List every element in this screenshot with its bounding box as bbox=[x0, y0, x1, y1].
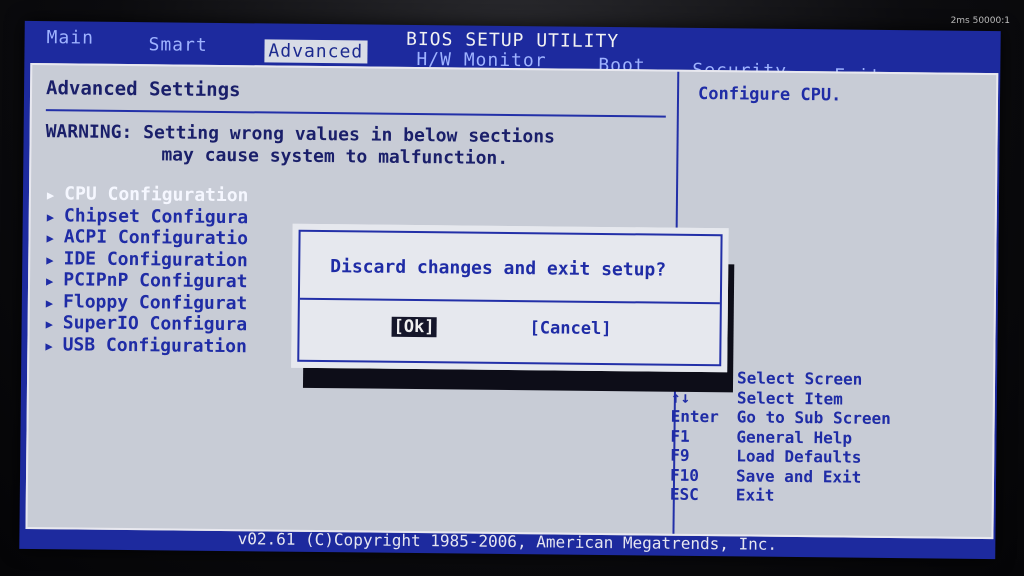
key-label: Enter bbox=[670, 406, 719, 427]
monitor-brand-label: 2ms 50000:1 bbox=[950, 16, 1010, 26]
submenu-arrow-icon: ▶ bbox=[45, 274, 54, 289]
menu-item-pcipnp-configuration[interactable]: ▶ PCIPnP Configurat bbox=[46, 269, 248, 293]
dialog-message: Discard changes and exit setup? bbox=[330, 256, 667, 281]
config-menu: ▶ CPU Configuration ▶ Chipset Configura ▶ A… bbox=[45, 183, 248, 357]
menu-item-label: SuperIO Configura bbox=[62, 312, 248, 336]
submenu-arrow-icon: ▶ bbox=[45, 295, 54, 310]
menu-item-usb-configuration[interactable]: ▶ USB Configuration bbox=[45, 334, 247, 358]
key-row-f9: F9 Load Defaults bbox=[670, 446, 890, 468]
help-description: Configure CPU. bbox=[697, 83, 842, 106]
discard-changes-dialog: Discard changes and exit setup? [Ok] [Ca… bbox=[291, 223, 729, 373]
menu-item-superio-configuration[interactable]: ▶ SuperIO Configura bbox=[46, 312, 248, 336]
key-action: Select Item bbox=[736, 387, 843, 408]
menu-item-label: PCIPnP Configurat bbox=[63, 269, 248, 293]
menu-item-cpu-configuration[interactable]: ▶ CPU Configuration bbox=[47, 183, 249, 207]
key-row-esc: ESC Exit bbox=[670, 485, 890, 507]
key-action: Save and Exit bbox=[735, 465, 862, 487]
menu-item-label: IDE Configuration bbox=[63, 247, 248, 271]
menu-item-label: ACPI Configuratio bbox=[63, 226, 249, 250]
submenu-arrow-icon: ▶ bbox=[46, 252, 54, 267]
submenu-arrow-icon: ▶ bbox=[46, 188, 55, 203]
menu-item-floppy-configuration[interactable]: ▶ Floppy Configurat bbox=[46, 291, 248, 315]
key-row-f10: F10 Save and Exit bbox=[670, 465, 890, 487]
key-action: General Help bbox=[736, 426, 853, 448]
bios-screen: Main Smart Advanced H/W Monitor Boot Sec… bbox=[19, 20, 1001, 560]
key-label: F10 bbox=[669, 465, 700, 485]
key-label: ESC bbox=[669, 484, 699, 504]
section-title: Advanced Settings bbox=[45, 77, 241, 102]
submenu-arrow-icon: ▶ bbox=[45, 338, 53, 353]
key-action: Go to Sub Screen bbox=[736, 407, 891, 428]
warning-text-line2: may cause system to malfunction. bbox=[161, 144, 509, 169]
submenu-arrow-icon: ▶ bbox=[46, 231, 54, 246]
submenu-arrow-icon: ▶ bbox=[45, 317, 53, 332]
cancel-button[interactable]: [Cancel] bbox=[529, 318, 611, 339]
key-row-enter: Enter Go to Sub Screen bbox=[671, 407, 891, 429]
menu-item-label: Floppy Configurat bbox=[62, 290, 248, 314]
menu-item-chipset-configuration[interactable]: ▶ Chipset Configura bbox=[47, 205, 249, 229]
menu-item-ide-configuration[interactable]: ▶ IDE Configuration bbox=[46, 248, 248, 272]
menu-item-label: Chipset Configura bbox=[63, 204, 249, 228]
dialog-divider bbox=[299, 297, 720, 305]
ok-button[interactable]: [Ok] bbox=[391, 316, 437, 338]
key-row-f1: F1 General Help bbox=[670, 426, 890, 448]
menu-item-acpi-configuration[interactable]: ▶ ACPI Configuratio bbox=[46, 226, 248, 250]
key-label: F1 bbox=[670, 426, 690, 446]
submenu-arrow-icon: ▶ bbox=[46, 209, 55, 224]
monitor-bezel: 2ms 50000:1 Main Smart Advanced H/W Moni… bbox=[0, 0, 1024, 576]
key-action: Select Screen bbox=[736, 368, 863, 389]
menu-item-label: CPU Configuration bbox=[64, 183, 249, 207]
section-divider bbox=[45, 109, 666, 118]
key-label: F9 bbox=[670, 445, 690, 465]
key-action: Load Defaults bbox=[736, 446, 862, 467]
dialog-frame: Discard changes and exit setup? [Ok] [Ca… bbox=[297, 229, 723, 367]
key-action: Exit bbox=[735, 485, 775, 505]
menu-item-label: USB Configuration bbox=[62, 333, 247, 357]
warning-text-line1: WARNING: Setting wrong values in below s… bbox=[45, 121, 556, 148]
